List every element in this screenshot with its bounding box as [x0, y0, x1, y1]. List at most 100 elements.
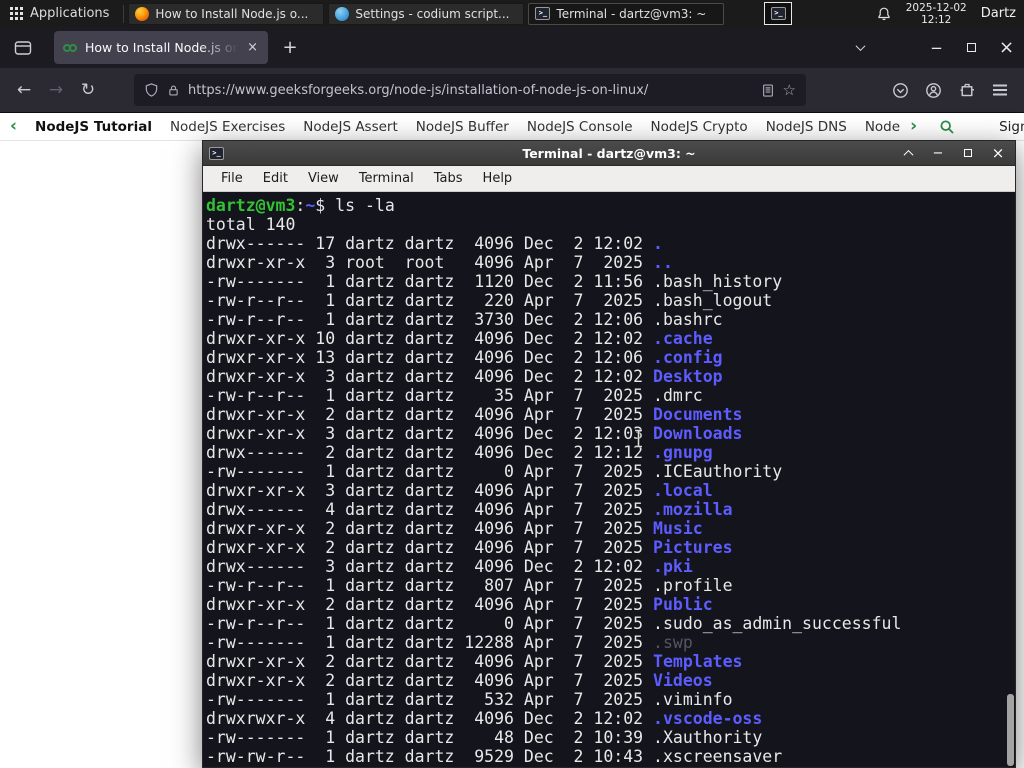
taskbar-item-terminal[interactable]: >_ Terminal - dartz@vm3: ~	[528, 2, 725, 25]
terminal-screen[interactable]: dartz@vm3:~$ ls -la total 140 drwx------ 1…	[203, 192, 1015, 767]
nav-item-console[interactable]: NodeJS Console	[527, 119, 633, 135]
geeksforgeeks-favicon	[62, 40, 78, 56]
maximize-icon	[967, 43, 976, 52]
ls-row: drwxr-xr-x 3 dartz dartz 4096 Dec 2 12:0…	[206, 424, 743, 443]
firefox-view-icon[interactable]	[8, 33, 38, 63]
taskbar: How to Install Node.js o... Settings - c…	[128, 0, 725, 27]
menu-view[interactable]: View	[298, 167, 349, 190]
ls-row: drwxr-xr-x 2 dartz dartz 4096 Apr 7 2025…	[206, 519, 703, 538]
ls-row: drwxr-xr-x 2 dartz dartz 4096 Apr 7 2025…	[206, 595, 713, 614]
menu-tabs[interactable]: Tabs	[424, 167, 473, 190]
terminal-scrollbar-thumb[interactable]	[1007, 694, 1014, 766]
clock-time: 12:12	[921, 13, 952, 26]
ls-row: drwx------ 4 dartz dartz 4096 Apr 7 2025…	[206, 500, 733, 519]
terminal-titlebar[interactable]: >_ Terminal - dartz@vm3: ~ − ×	[203, 141, 1015, 166]
ls-row: drwxr-xr-x 2 dartz dartz 4096 Apr 7 2025…	[206, 405, 743, 424]
ls-row: drwxr-xr-x 3 dartz dartz 4096 Apr 7 2025…	[206, 481, 713, 500]
window-close-button[interactable]: ×	[989, 27, 1024, 68]
applications-grid-icon	[10, 7, 23, 20]
taskbar-item-label: Settings - codium script...	[355, 6, 510, 21]
browser-toolbar: ← → ↻ https://www.geeksforgeeks.org/node…	[0, 68, 1024, 113]
account-icon[interactable]	[917, 74, 950, 106]
terminal-output: dartz@vm3:~$ ls -la total 140 drwx------ 1…	[206, 196, 1015, 766]
window-minimize-button[interactable]: −	[919, 27, 954, 68]
ls-row: drwxr-xr-x 3 root root 4096 Apr 7 2025 .…	[206, 253, 673, 272]
chevron-down-icon	[855, 41, 865, 52]
panel-clock[interactable]: 2025-12-02 12:12	[906, 2, 967, 26]
user-menu[interactable]: Dartz	[981, 6, 1016, 21]
total-line: total 140	[206, 215, 296, 234]
ls-row: -rw-rw-r-- 1 dartz dartz 9529 Dec 2 10:4…	[206, 747, 783, 766]
toolbar-right-icons	[884, 74, 1016, 106]
nav-scroll-right-icon[interactable]: ›	[910, 118, 917, 135]
nav-item-tutorial[interactable]: NodeJS Tutorial	[35, 119, 152, 135]
taskbar-item-label: How to Install Node.js o...	[155, 6, 309, 21]
ls-row: -rw------- 1 dartz dartz 0 Apr 7 2025 .I…	[206, 462, 783, 481]
terminal-window-title: Terminal - dartz@vm3: ~	[522, 145, 696, 161]
reload-button[interactable]: ↻	[72, 74, 104, 106]
notification-bell-icon[interactable]	[876, 6, 892, 22]
panel-right: 2025-12-02 12:12 Dartz	[876, 2, 1024, 26]
nav-item-buffer[interactable]: NodeJS Buffer	[416, 119, 509, 135]
reader-mode-icon[interactable]	[761, 83, 775, 98]
nav-item-node[interactable]: Node	[865, 119, 900, 135]
ls-row: drwxr-xr-x 2 dartz dartz 4096 Apr 7 2025…	[206, 652, 743, 671]
ls-row: -rw------- 1 dartz dartz 532 Apr 7 2025 …	[206, 690, 733, 709]
shade-button[interactable]	[901, 146, 915, 160]
search-icon[interactable]	[939, 119, 955, 135]
ls-row: -rw-r--r-- 1 dartz dartz 807 Apr 7 2025 …	[206, 576, 733, 595]
bookmark-star-icon[interactable]: ☆	[783, 81, 796, 99]
ls-row: -rw------- 1 dartz dartz 1120 Dec 2 11:5…	[206, 272, 783, 291]
terminal-icon: >_	[770, 7, 786, 20]
tray-terminal-launcher[interactable]: >_	[764, 2, 793, 25]
menu-edit[interactable]: Edit	[253, 167, 298, 190]
ls-row: drwxr-xr-x 2 dartz dartz 4096 Apr 7 2025…	[206, 538, 733, 557]
extensions-icon[interactable]	[950, 74, 983, 106]
ls-row: drwx------ 17 dartz dartz 4096 Dec 2 12:…	[206, 234, 663, 253]
site-nav: ‹ NodeJS Tutorial NodeJS Exercises NodeJ…	[0, 113, 1024, 141]
maximize-icon	[964, 149, 972, 157]
taskbar-item-browser[interactable]: How to Install Node.js o...	[128, 2, 325, 25]
applications-menu-button[interactable]: Applications	[0, 0, 119, 27]
sign-in-button[interactable]: Sign In	[999, 119, 1024, 135]
tracking-shield-icon[interactable]	[144, 82, 159, 98]
desktop: Applications How to Install Node.js o...…	[0, 0, 1024, 768]
nav-item-exercises[interactable]: NodeJS Exercises	[170, 119, 285, 135]
url-bar[interactable]: https://www.geeksforgeeks.org/node-js/in…	[134, 74, 806, 106]
ls-row: drwxrwxr-x 4 dartz dartz 4096 Dec 2 12:0…	[206, 709, 763, 728]
ls-row: drwx------ 3 dartz dartz 4096 Dec 2 12:0…	[206, 557, 693, 576]
nav-item-dns[interactable]: NodeJS DNS	[766, 119, 847, 135]
applications-label: Applications	[30, 6, 110, 21]
nav-item-assert[interactable]: NodeJS Assert	[303, 119, 398, 135]
active-tab[interactable]: How to Install Node.js on ×	[54, 31, 268, 64]
terminal-window-controls: − ×	[901, 144, 1009, 162]
window-maximize-button[interactable]	[954, 27, 989, 68]
terminal-close-button[interactable]: ×	[991, 144, 1005, 162]
tab-close-icon[interactable]: ×	[245, 40, 260, 55]
terminal-minimize-button[interactable]: −	[931, 146, 945, 161]
ls-row: drwxr-xr-x 10 dartz dartz 4096 Dec 2 12:…	[206, 329, 713, 348]
ls-row: -rw-r--r-- 1 dartz dartz 0 Apr 7 2025 .s…	[206, 614, 902, 633]
terminal-maximize-button[interactable]	[961, 146, 975, 160]
nav-item-crypto[interactable]: NodeJS Crypto	[651, 119, 748, 135]
terminal-icon: >_	[535, 7, 551, 20]
menu-file[interactable]: File	[211, 167, 253, 190]
top-panel: Applications How to Install Node.js o...…	[0, 0, 1024, 27]
lock-icon[interactable]	[167, 83, 180, 98]
url-text: https://www.geeksforgeeks.org/node-js/in…	[188, 82, 649, 98]
prompt-line: dartz@vm3:~$ ls -la	[206, 196, 395, 215]
list-all-tabs-button[interactable]	[845, 33, 875, 63]
tab-title: How to Install Node.js on	[85, 40, 239, 55]
back-button[interactable]: ←	[8, 74, 40, 106]
menu-button[interactable]	[983, 74, 1016, 106]
new-tab-button[interactable]: +	[276, 34, 304, 62]
pocket-icon[interactable]	[884, 74, 917, 106]
nav-scroll-left-icon[interactable]: ‹	[10, 118, 17, 135]
ls-row: drwxr-xr-x 2 dartz dartz 4096 Apr 7 2025…	[206, 671, 713, 690]
ls-row: -rw------- 1 dartz dartz 12288 Apr 7 202…	[206, 633, 693, 652]
menu-help[interactable]: Help	[473, 167, 523, 190]
taskbar-item-codium[interactable]: Settings - codium script...	[328, 2, 525, 25]
ls-row: drwxr-xr-x 13 dartz dartz 4096 Dec 2 12:…	[206, 348, 723, 367]
menu-terminal[interactable]: Terminal	[349, 167, 424, 190]
forward-button[interactable]: →	[40, 74, 72, 106]
